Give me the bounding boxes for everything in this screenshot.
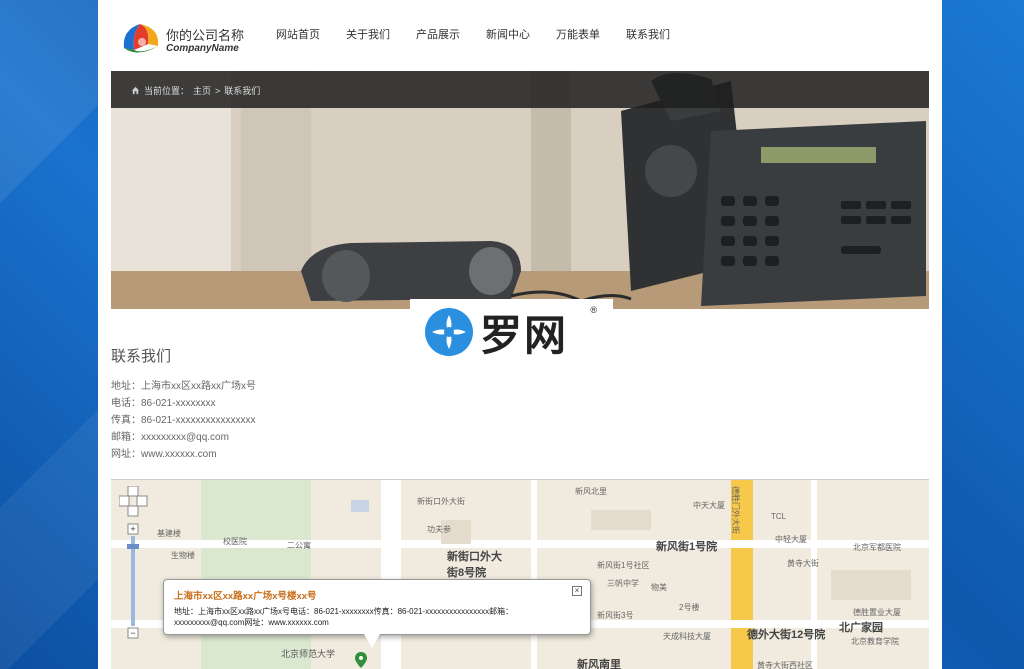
- contact-fax: 传真：86-021-xxxxxxxxxxxxxxxx: [111, 415, 256, 426]
- contact-title: 联系我们: [111, 348, 172, 365]
- svg-text:+: +: [130, 524, 135, 534]
- breadcrumb-separator: >: [215, 85, 221, 96]
- header: 你的公司名称 CompanyName 网站首页 关于我们 产品展示 新闻中心 万…: [98, 0, 942, 70]
- map-label: 新风街1号社区: [597, 561, 650, 570]
- breadcrumb: 当前位置： 主页 > 联系我们: [131, 84, 260, 97]
- company-logo-icon[interactable]: [118, 18, 162, 62]
- map-label: 新街口外大街: [417, 497, 465, 506]
- close-icon[interactable]: ×: [572, 586, 582, 596]
- contact-phone: 电话：86-021-xxxxxxxx: [111, 398, 216, 409]
- popup-title: 上海市xx区xx路xx广场x号楼xx号: [174, 591, 317, 602]
- map-label: 黄寺大街: [787, 559, 819, 568]
- nav-contact[interactable]: 联系我们: [626, 26, 670, 42]
- map-label: 生物楼: [171, 551, 195, 560]
- nav-news[interactable]: 新闻中心: [486, 26, 530, 42]
- home-icon: [131, 86, 140, 95]
- map-label: 2号楼: [679, 603, 700, 612]
- popup-body: 地址：上海市xx区xx路xx广场x号电话：86-021-xxxxxxxx传真：8…: [174, 606, 580, 628]
- breadcrumb-home-link[interactable]: 主页: [193, 84, 211, 97]
- nav-about[interactable]: 关于我们: [346, 26, 390, 42]
- map-label: 新风北里: [575, 487, 607, 496]
- map-label: 新风南里: [577, 659, 621, 669]
- watermark-registered: ®: [590, 305, 597, 315]
- company-subtitle: CompanyName: [166, 43, 239, 54]
- svg-text:−: −: [130, 628, 135, 638]
- breadcrumb-bar: 当前位置： 主页 > 联系我们: [111, 71, 929, 108]
- map-label: 北京教育学院: [851, 637, 899, 646]
- contact-address: 地址：上海市xx区xx路xx广场x号: [111, 381, 256, 392]
- map-label: 中天大厦: [693, 501, 725, 510]
- contact-website: 网址：www.xxxxxx.com: [111, 449, 217, 460]
- banner-image: 当前位置： 主页 > 联系我们: [111, 71, 929, 309]
- watermark-overlay: 罗网 ®: [410, 299, 613, 365]
- nav-form[interactable]: 万能表单: [556, 26, 600, 42]
- nav-products[interactable]: 产品展示: [416, 26, 460, 42]
- breadcrumb-prefix: 当前位置：: [144, 86, 190, 96]
- map-info-popup: 上海市xx区xx路xx广场x号楼xx号 地址：上海市xx区xx路xx广场x号电话…: [163, 579, 591, 648]
- map-label: 二公寓: [287, 541, 311, 550]
- map-label: 功夫参: [427, 525, 451, 534]
- watermark-logo-icon: [425, 308, 473, 356]
- map-label: 新风街3号: [597, 611, 634, 620]
- map-label: 北京师范大学: [281, 649, 336, 659]
- map-label: 德胜置业大厦: [853, 608, 901, 617]
- company-name: 你的公司名称: [166, 28, 245, 43]
- contact-email: 邮箱：xxxxxxxxx@qq.com: [111, 432, 229, 443]
- map-label: 德胜门外大街: [731, 486, 740, 534]
- map-label: 北京军都医院: [853, 543, 901, 552]
- map-label: 物美: [651, 583, 667, 592]
- map-zoom-control[interactable]: + −: [119, 486, 149, 642]
- map-label: 天成科技大厦: [663, 632, 711, 641]
- breadcrumb-current: 联系我们: [224, 86, 261, 96]
- map-view[interactable]: + − 新街口外大街8号院 新风街1号院 德外大街12号院 北广家园 新风南里 …: [111, 479, 929, 669]
- popup-line: 地址：上海市xx区xx路xx广场x号电话：86-021-xxxxxxxx传真：8…: [174, 607, 514, 616]
- contact-info: 地址：上海市xx区xx路xx广场x号 电话：86-021-xxxxxxxx 传真…: [111, 378, 256, 463]
- map-label: 新街口外大街8号院: [447, 551, 502, 579]
- map-label: 黄寺大街西社区: [757, 661, 813, 669]
- map-label: 德外大街12号院: [747, 629, 826, 641]
- map-label: 校医院: [223, 537, 247, 546]
- nav-home[interactable]: 网站首页: [276, 26, 320, 42]
- map-label: 基建楼: [157, 529, 181, 538]
- map-label: 北广家园: [839, 622, 883, 634]
- popup-line: xxxxxxxxx@qq.com网址：www.xxxxxx.com: [174, 618, 329, 627]
- map-label: 中轻大厦: [775, 535, 807, 544]
- main-nav: 网站首页 关于我们 产品展示 新闻中心 万能表单 联系我们: [276, 26, 696, 42]
- map-marker-icon[interactable]: [355, 652, 367, 668]
- watermark-text: 罗网: [480, 310, 569, 360]
- map-label: 新风街1号院: [656, 541, 718, 553]
- map-label: 三帆中学: [607, 579, 639, 588]
- map-label: TCL: [771, 512, 787, 521]
- popup-tail: [364, 634, 380, 648]
